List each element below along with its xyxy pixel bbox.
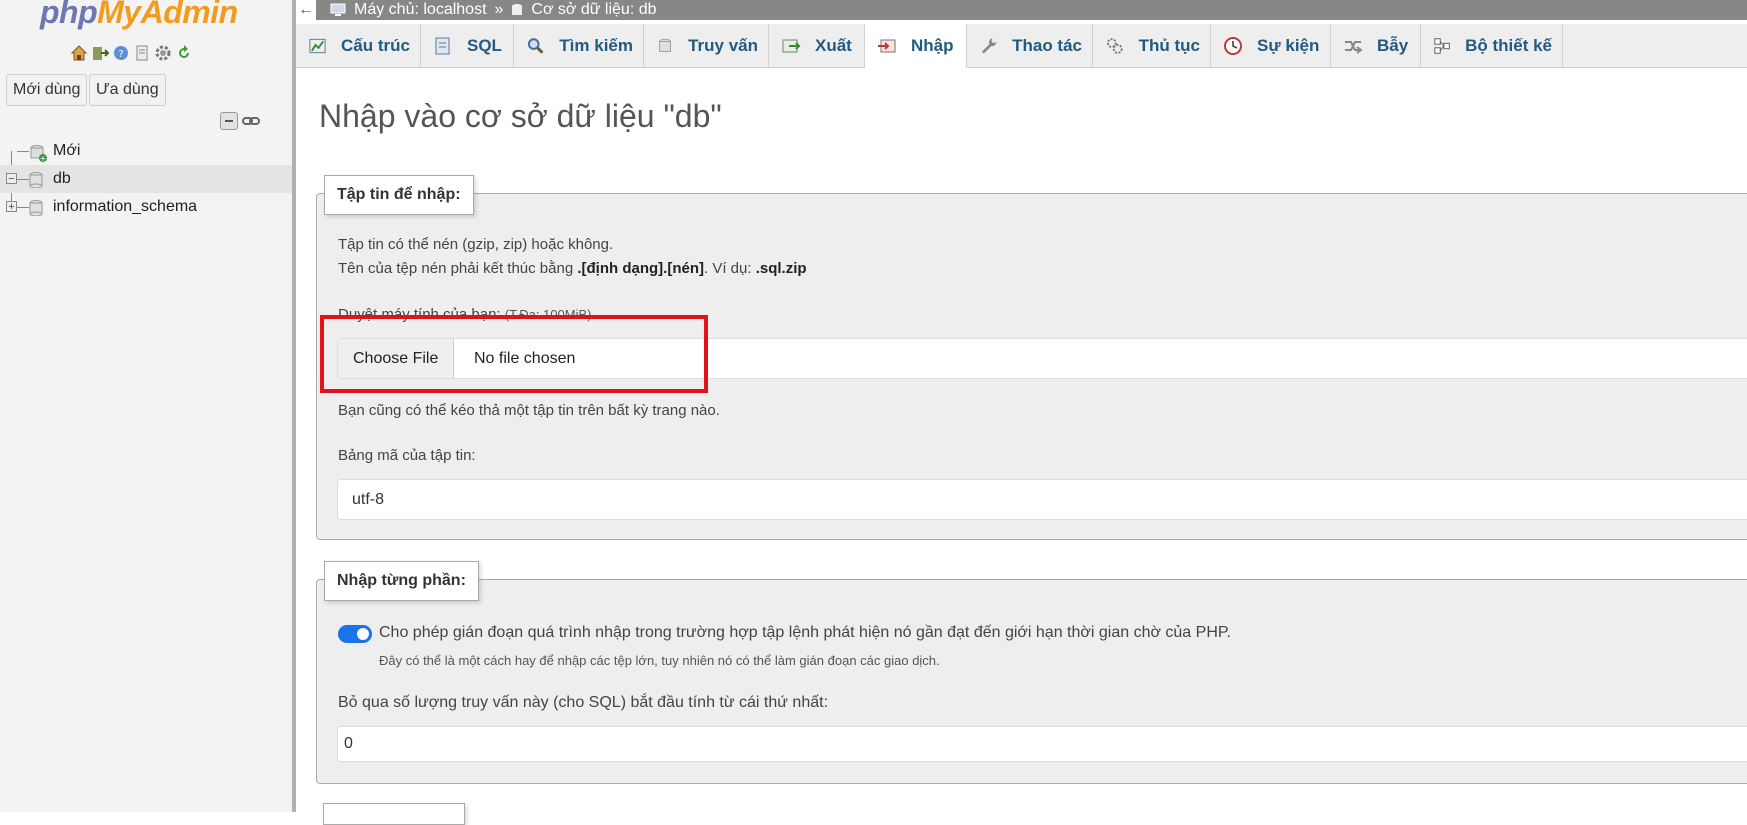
tab-label: Bẫy — [1377, 35, 1409, 55]
tree-item-label: db — [53, 170, 71, 187]
reload-icon[interactable] — [175, 44, 193, 62]
allow-interrupt-toggle[interactable] — [338, 625, 372, 643]
naming-prefix: Tên của tệp nén phải kết thúc bằng — [338, 260, 578, 277]
collapse-all-icon[interactable] — [220, 112, 238, 130]
compression-naming-info: Tên của tệp nén phải kết thúc bằng .[địn… — [338, 260, 807, 277]
exit-icon[interactable] — [91, 44, 109, 62]
naming-format: .[định dạng].[nén] — [577, 260, 704, 277]
tab-label: Thao tác — [1012, 35, 1082, 55]
svg-text:+: + — [40, 154, 47, 162]
breadcrumb: Máy chủ: localhost » Cơ sở dữ liệu: db — [330, 0, 657, 19]
charset-select[interactable]: utf-8 — [337, 479, 1747, 520]
tab-label: Cấu trúc — [341, 35, 410, 55]
fieldset-legend: Nhập từng phần: — [324, 561, 479, 601]
routines-icon — [1106, 37, 1123, 54]
triggers-icon — [1345, 40, 1363, 54]
breadcrumb-bar: ← Máy chủ: localhost » Cơ sở dữ liệu: db — [296, 0, 1747, 20]
tab-designer[interactable]: Bộ thiết kế — [1421, 24, 1563, 67]
export-icon — [782, 39, 801, 52]
tab-label: Tìm kiếm — [559, 35, 633, 55]
breadcrumb-database[interactable]: Cơ sở dữ liệu: db — [531, 0, 656, 19]
drag-drop-hint: Bạn cũng có thể kéo thả một tập tin trên… — [338, 402, 720, 419]
database-icon — [29, 172, 43, 188]
tree-controls — [220, 112, 260, 130]
svg-text:?: ? — [118, 49, 123, 60]
compression-info: Tập tin có thể nén (gzip, zip) hoặc khôn… — [338, 236, 614, 253]
settings-icon[interactable] — [154, 44, 172, 62]
tab-structure[interactable]: Cấu trúc — [296, 24, 421, 67]
tab-bar: Cấu trúc SQL Tìm kiếm Truy vấn Xuất Nhập… — [296, 24, 1747, 68]
tab-import[interactable]: Nhập — [865, 24, 967, 68]
back-arrow-icon[interactable]: ← — [296, 0, 316, 20]
tree-connector — [17, 179, 29, 180]
tab-search[interactable]: Tìm kiếm — [514, 24, 644, 67]
tab-label: Sự kiện — [1257, 35, 1320, 55]
wrench-icon — [981, 37, 997, 54]
naming-mid: . Ví dụ: — [703, 260, 756, 277]
server-icon — [330, 3, 346, 16]
navigation-sidebar: phpMyAdmin ? Mới dùng Ưa dùng + Mới − db — [0, 0, 292, 812]
tab-sql[interactable]: SQL — [421, 24, 514, 67]
next-fieldset-legend — [323, 803, 465, 825]
charset-label: Bảng mã của tập tin: — [338, 447, 476, 464]
logo-php-text: php — [40, 0, 98, 30]
tab-query[interactable]: Truy vấn — [644, 24, 769, 67]
tree-connector — [17, 207, 29, 208]
highlight-box — [320, 315, 708, 393]
logo-myadmin-text: MyAdmin — [97, 0, 238, 30]
tab-label: Thủ tục — [1138, 35, 1200, 55]
quick-icons: ? — [70, 44, 193, 62]
collapse-icon[interactable]: − — [6, 173, 17, 185]
breadcrumb-separator: » — [494, 1, 504, 18]
tree-item-db[interactable]: − db — [0, 165, 292, 193]
tree-item-information-schema[interactable]: + information_schema — [0, 193, 292, 221]
docs-icon[interactable] — [133, 44, 151, 62]
fieldset-legend: Tập tin để nhập: — [324, 175, 474, 215]
allow-interrupt-hint: Đây có thể là một cách hay để nhập các t… — [379, 653, 940, 668]
import-icon — [878, 39, 896, 52]
naming-example: .sql.zip — [755, 260, 807, 277]
tab-label: Xuất — [815, 35, 852, 55]
database-icon — [29, 200, 43, 216]
database-icon — [512, 3, 523, 15]
tab-label: SQL — [467, 35, 502, 55]
tree-item-new[interactable]: + Mới — [0, 137, 292, 165]
phpmyadmin-logo[interactable]: phpMyAdmin — [40, 0, 238, 31]
sidebar-resize-handle[interactable] — [292, 0, 296, 812]
sql-icon — [435, 37, 450, 54]
tab-triggers[interactable]: Bẫy — [1331, 24, 1421, 67]
tree-connector — [17, 151, 29, 152]
tab-events[interactable]: Sự kiện — [1211, 24, 1331, 67]
structure-icon — [309, 38, 326, 53]
favorite-tables-button[interactable]: Ưa dùng — [89, 74, 166, 106]
partial-import-fieldset: Nhập từng phần: Cho phép gián đoạn quá t… — [316, 561, 1747, 784]
tab-label: Bộ thiết kế — [1465, 35, 1552, 55]
page-title: Nhập vào cơ sở dữ liệu "db" — [319, 98, 722, 134]
tab-routines[interactable]: Thủ tục — [1093, 24, 1211, 67]
home-icon[interactable] — [70, 44, 88, 62]
search-icon — [527, 37, 544, 54]
query-icon — [659, 38, 671, 52]
allow-interrupt-label[interactable]: Cho phép gián đoạn quá trình nhập trong … — [379, 624, 1231, 642]
clock-icon — [1224, 36, 1242, 55]
tab-label: Nhập — [911, 35, 954, 55]
expand-icon[interactable]: + — [6, 201, 17, 213]
tab-export[interactable]: Xuất — [769, 24, 865, 67]
tree-item-label: information_schema — [53, 198, 198, 215]
tab-label: Truy vấn — [688, 35, 758, 55]
new-db-icon: + — [30, 145, 47, 162]
link-icon[interactable] — [242, 112, 260, 130]
toggle-knob — [357, 628, 369, 640]
tree-item-label: Mới — [53, 142, 81, 159]
database-tree: + Mới − db + information_schema — [0, 137, 292, 221]
skip-queries-input[interactable] — [337, 726, 1747, 762]
skip-queries-label: Bỏ qua số lượng truy vấn này (cho SQL) b… — [338, 694, 829, 711]
charset-selected-value: utf-8 — [352, 491, 385, 508]
recent-tables-button[interactable]: Mới dùng — [6, 74, 88, 106]
tab-operations[interactable]: Thao tác — [967, 24, 1093, 67]
breadcrumb-server[interactable]: Máy chủ: localhost — [354, 0, 487, 19]
help-icon[interactable]: ? — [112, 44, 130, 62]
designer-icon — [1434, 37, 1450, 54]
